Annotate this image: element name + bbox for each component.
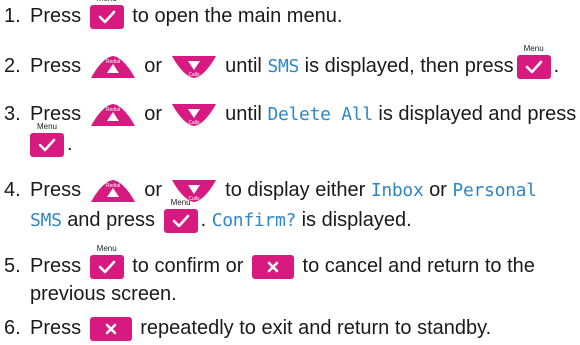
step-number: 1. — [4, 5, 21, 27]
cancel-key-icon — [251, 254, 294, 279]
step-number: 3. — [4, 103, 21, 125]
menu-ok-key-icon: Menu — [89, 244, 124, 279]
step-text: or — [144, 55, 163, 77]
lcd-text-personal: Personal — [452, 180, 537, 201]
step-text: is displayed, then press — [304, 55, 514, 77]
step-text: to open the main menu. — [132, 5, 343, 27]
step-text: Press — [30, 255, 82, 277]
step-text: repeatedly to exit and return to standby… — [140, 317, 492, 339]
step-number: 5. — [4, 255, 21, 277]
step-number: 4. — [4, 179, 21, 201]
step-text: to display either — [225, 179, 366, 201]
lcd-text-sms: SMS — [267, 56, 300, 77]
step-text: to cancel and return to the — [302, 255, 535, 277]
step-number: 6. — [4, 317, 21, 339]
step-text: Press — [30, 55, 82, 77]
menu-ok-key-icon: Menu — [89, 0, 124, 29]
step-text: and press — [67, 209, 156, 231]
redial-up-key-icon: Redial — [90, 103, 136, 127]
step-text: . — [553, 55, 560, 77]
calls-caption: Calls — [188, 120, 200, 126]
redial-caption: Redial — [106, 183, 120, 189]
step-number: 2. — [4, 55, 21, 77]
redial-up-key-icon: Redial — [90, 179, 136, 203]
menu-key-caption: Menu — [170, 197, 191, 207]
cancel-key-icon — [89, 316, 132, 341]
lcd-text-delete-all: Delete All — [267, 104, 373, 125]
step-text: or — [144, 179, 163, 201]
redial-caption: Redial — [106, 59, 120, 65]
menu-key-caption: Menu — [523, 43, 544, 53]
step-text: until — [225, 103, 262, 125]
step-text: or — [144, 103, 163, 125]
redial-caption: Redial — [106, 107, 120, 113]
step-text: or — [429, 179, 447, 201]
step-text: . — [67, 133, 73, 155]
step-text: Press — [30, 5, 82, 27]
menu-key-caption: Menu — [90, 0, 124, 3]
calls-caption: Calls — [188, 72, 200, 78]
menu-ok-key-icon: Menu — [163, 198, 198, 233]
menu-key-caption: Menu — [36, 121, 57, 131]
step-text: is displayed. — [301, 209, 412, 231]
calls-down-key-icon: Calls — [171, 55, 217, 79]
menu-ok-key-icon: Menu — [30, 122, 64, 157]
calls-down-key-icon: Calls — [171, 103, 217, 127]
step-text: is displayed and press — [378, 103, 577, 125]
redial-up-key-icon: Redial — [90, 55, 136, 79]
step-text: Press — [30, 179, 82, 201]
lcd-text-sms: SMS — [30, 210, 62, 231]
step-text: until — [225, 55, 262, 77]
step-text: . — [200, 209, 207, 231]
step-text: previous screen. — [30, 283, 177, 305]
menu-ok-key-icon: Menu — [516, 44, 551, 79]
step-text: to confirm or — [132, 255, 244, 277]
lcd-text-confirm: Confirm? — [211, 210, 297, 231]
step-text: Press — [30, 317, 82, 339]
menu-key-caption: Menu — [96, 243, 117, 253]
lcd-text-inbox: Inbox — [370, 180, 424, 201]
